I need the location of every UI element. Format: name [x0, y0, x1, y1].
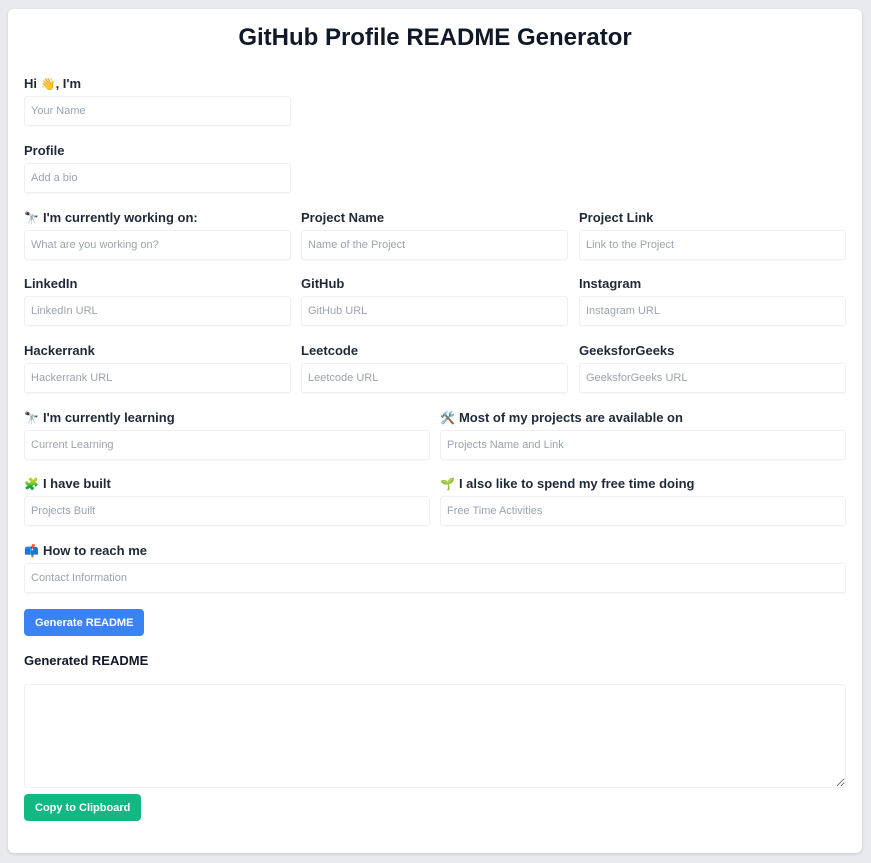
linkedin-input[interactable] [24, 296, 291, 326]
instagram-input[interactable] [579, 296, 846, 326]
projects-available-input[interactable] [440, 430, 846, 460]
working-on-field-group: 🔭 I'm currently working on: [24, 209, 291, 261]
copy-to-clipboard-button[interactable]: Copy to Clipboard [24, 794, 142, 821]
hackerrank-input[interactable] [24, 363, 291, 393]
bio-field-group: Profile [24, 142, 291, 194]
telescope-icon: 🔭 [24, 211, 39, 225]
contact-field-group: 📫 How to reach me [24, 542, 846, 594]
project-name-field-group: Project Name [301, 209, 568, 261]
puzzle-icon: 🧩 [24, 477, 39, 491]
seedling-icon: 🌱 [440, 477, 455, 491]
name-label: Hi 👋, I'm [24, 76, 82, 91]
readme-output-textarea[interactable] [24, 684, 846, 788]
working-on-input[interactable] [24, 230, 291, 260]
hackerrank-field-group: Hackerrank [24, 342, 291, 394]
project-name-input[interactable] [301, 230, 568, 260]
instagram-field-group: Instagram [579, 275, 846, 327]
learning-input[interactable] [24, 430, 430, 460]
project-link-input[interactable] [579, 230, 846, 260]
github-field-group: GitHub [301, 275, 568, 327]
built-field-group: 🧩 I have built [24, 475, 430, 527]
free-time-label: 🌱 I also like to spend my free time doing [440, 476, 695, 491]
page-title: GitHub Profile README Generator [238, 24, 632, 51]
leetcode-label: Leetcode [301, 343, 359, 358]
generated-readme-title: Generated README [24, 653, 149, 668]
learning-label: 🔭 I'm currently learning [24, 410, 175, 425]
working-on-label: 🔭 I'm currently working on: [24, 210, 198, 225]
project-name-label: Project Name [301, 210, 385, 225]
leetcode-field-group: Leetcode [301, 342, 568, 394]
bio-input[interactable] [24, 163, 291, 193]
name-input[interactable] [24, 96, 291, 126]
wave-icon: 👋 [40, 77, 56, 91]
telescope-icon: 🔭 [24, 411, 39, 425]
name-field-group: Hi 👋, I'm [24, 75, 291, 127]
instagram-label: Instagram [579, 276, 642, 291]
geeksforgeeks-input[interactable] [579, 363, 846, 393]
projects-available-field-group: 🛠️ Most of my projects are available on [440, 409, 846, 461]
contact-input[interactable] [24, 563, 846, 593]
generator-card: GitHub Profile README Generator Hi 👋, I'… [8, 9, 862, 853]
contact-label: 📫 How to reach me [24, 543, 147, 558]
github-label: GitHub [301, 276, 345, 291]
github-input[interactable] [301, 296, 568, 326]
built-input[interactable] [24, 496, 430, 526]
hackerrank-label: Hackerrank [24, 343, 95, 358]
generate-readme-button[interactable]: Generate README [24, 609, 145, 636]
built-label: 🧩 I have built [24, 476, 111, 491]
bio-label: Profile [24, 143, 65, 158]
free-time-field-group: 🌱 I also like to spend my free time doing [440, 475, 846, 527]
linkedin-label: LinkedIn [24, 276, 78, 291]
project-link-field-group: Project Link [579, 209, 846, 261]
tools-icon: 🛠️ [440, 411, 455, 425]
learning-field-group: 🔭 I'm currently learning [24, 409, 430, 461]
mailbox-icon: 📫 [24, 544, 39, 558]
leetcode-input[interactable] [301, 363, 568, 393]
free-time-input[interactable] [440, 496, 846, 526]
linkedin-field-group: LinkedIn [24, 275, 291, 327]
project-link-label: Project Link [579, 210, 654, 225]
geeksforgeeks-field-group: GeeksforGeeks [579, 342, 846, 394]
projects-available-label: 🛠️ Most of my projects are available on [440, 410, 683, 425]
geeksforgeeks-label: GeeksforGeeks [579, 343, 675, 358]
